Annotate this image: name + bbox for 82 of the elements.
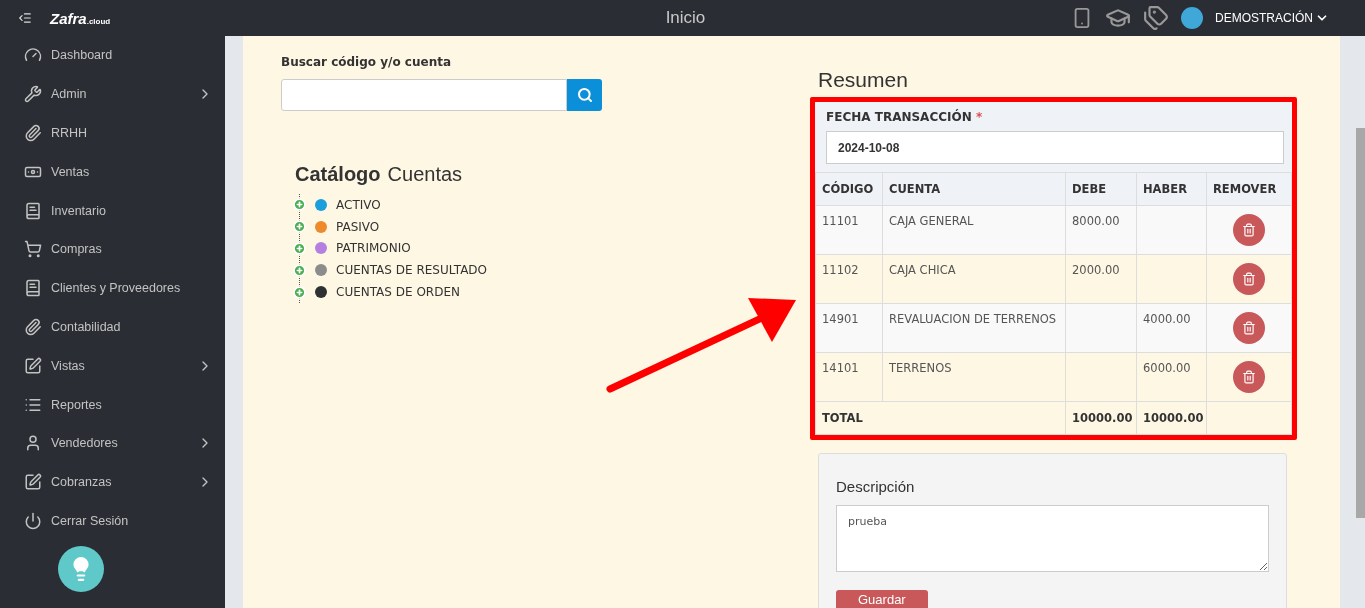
- edit-icon: [24, 473, 42, 492]
- search-icon: [576, 87, 593, 103]
- sidebar-item[interactable]: Vendedores: [0, 423, 225, 463]
- date-label: FECHA TRANSACCIÓN *: [826, 110, 984, 124]
- tree-item-label[interactable]: CUENTAS DE ORDEN: [336, 285, 460, 300]
- logo: Zafra.cloud: [50, 9, 112, 27]
- delete-button[interactable]: [1233, 361, 1265, 393]
- column-header: DEBE: [1065, 172, 1137, 206]
- user-menu[interactable]: DEMOSTRACIÓN: [1215, 11, 1329, 25]
- wrench-icon: [24, 85, 42, 104]
- sidebar-item[interactable]: Admin: [0, 74, 225, 114]
- sidebar-item[interactable]: Dashboard: [0, 36, 225, 75]
- power-icon: [24, 511, 42, 530]
- save-button[interactable]: Guardar: [836, 590, 928, 608]
- table-cell: [1065, 303, 1137, 353]
- sidebar-item[interactable]: Cobranzas: [0, 462, 225, 502]
- table-cell: [1065, 352, 1137, 402]
- sidebar-item[interactable]: Reportes: [0, 385, 225, 424]
- page-title: Inicio: [664, 8, 707, 28]
- table-cell: CAJA CHICA: [882, 254, 1066, 304]
- table-cell: CAJA GENERAL: [882, 205, 1066, 255]
- table-cell: 6000.00: [1136, 352, 1207, 402]
- book-icon: [24, 279, 42, 298]
- delete-button[interactable]: [1233, 263, 1265, 295]
- sidebar-item[interactable]: Compras: [0, 230, 225, 269]
- sidebar-item[interactable]: Cerrar Sesión: [0, 501, 225, 541]
- avatar[interactable]: [1181, 7, 1203, 29]
- table-cell: TOTAL: [815, 401, 1066, 435]
- cart-icon: [24, 240, 42, 259]
- description-field[interactable]: prueba: [836, 505, 1269, 572]
- trash-icon: [1242, 272, 1256, 286]
- table-cell: 4000.00: [1136, 303, 1207, 353]
- tree-item-label[interactable]: PATRIMONIO: [336, 241, 411, 256]
- sidebar-item[interactable]: RRHH: [0, 113, 225, 153]
- expand-icon[interactable]: [293, 198, 306, 212]
- catalog-title: Catálogo Cuentas: [295, 163, 464, 186]
- column-header: CÓDIGO: [815, 172, 883, 206]
- table-cell: 8000.00: [1065, 205, 1137, 255]
- date-field[interactable]: 2024-10-08: [826, 131, 1284, 164]
- column-header: CUENTA: [882, 172, 1066, 206]
- description-label: Descripción: [836, 478, 916, 496]
- sidebar-item[interactable]: Contabilidad: [0, 307, 225, 347]
- table-cell: 10000.00: [1136, 401, 1207, 435]
- search-label: Buscar código y/o cuenta: [281, 55, 452, 69]
- sidebar-item[interactable]: Ventas: [0, 152, 225, 192]
- column-header: REMOVER: [1206, 172, 1292, 206]
- trash-icon: [1242, 223, 1256, 237]
- tree-item-label[interactable]: CUENTAS DE RESULTADO: [336, 263, 488, 278]
- menu-icon[interactable]: [18, 11, 32, 25]
- help-button[interactable]: [58, 546, 104, 593]
- sidebar-item[interactable]: Clientes y Proveedores: [0, 268, 225, 308]
- tags-icon[interactable]: [1143, 5, 1169, 31]
- table-cell: REVALUACION DE TERRENOS: [882, 303, 1066, 353]
- expand-icon[interactable]: [293, 263, 306, 277]
- book-icon: [24, 201, 42, 220]
- trash-icon: [1242, 370, 1256, 384]
- table-cell: 14901: [815, 303, 883, 353]
- tree-item-label[interactable]: PASIVO: [336, 219, 380, 234]
- column-header: HABER: [1136, 172, 1207, 206]
- table-cell: 11102: [815, 254, 883, 304]
- delete-button[interactable]: [1233, 214, 1265, 246]
- user-icon: [24, 434, 42, 453]
- sidebar-item[interactable]: Vistas: [0, 346, 225, 386]
- table-cell: 10000.00: [1065, 401, 1137, 435]
- expand-icon[interactable]: [293, 242, 306, 255]
- table-cell: 14101: [815, 352, 883, 402]
- table-cell: 2000.00: [1065, 254, 1137, 304]
- paperclip-icon: [24, 124, 42, 142]
- summary-title: Resumen: [818, 68, 909, 92]
- tree-item-label[interactable]: ACTIVO: [336, 197, 381, 212]
- expand-icon[interactable]: [293, 220, 306, 234]
- search-field[interactable]: [281, 79, 567, 111]
- search-button[interactable]: [567, 79, 602, 111]
- trash-icon: [1242, 321, 1256, 335]
- edit-icon: [24, 356, 42, 375]
- expand-icon[interactable]: [293, 285, 306, 299]
- table-cell: 11101: [815, 205, 883, 255]
- scrollbar-thumb[interactable]: [1356, 128, 1365, 518]
- sidebar-item[interactable]: Inventario: [0, 191, 225, 230]
- paperclip-icon: [24, 317, 42, 336]
- table-cell: TERRENOS: [882, 352, 1066, 402]
- delete-button[interactable]: [1233, 312, 1265, 344]
